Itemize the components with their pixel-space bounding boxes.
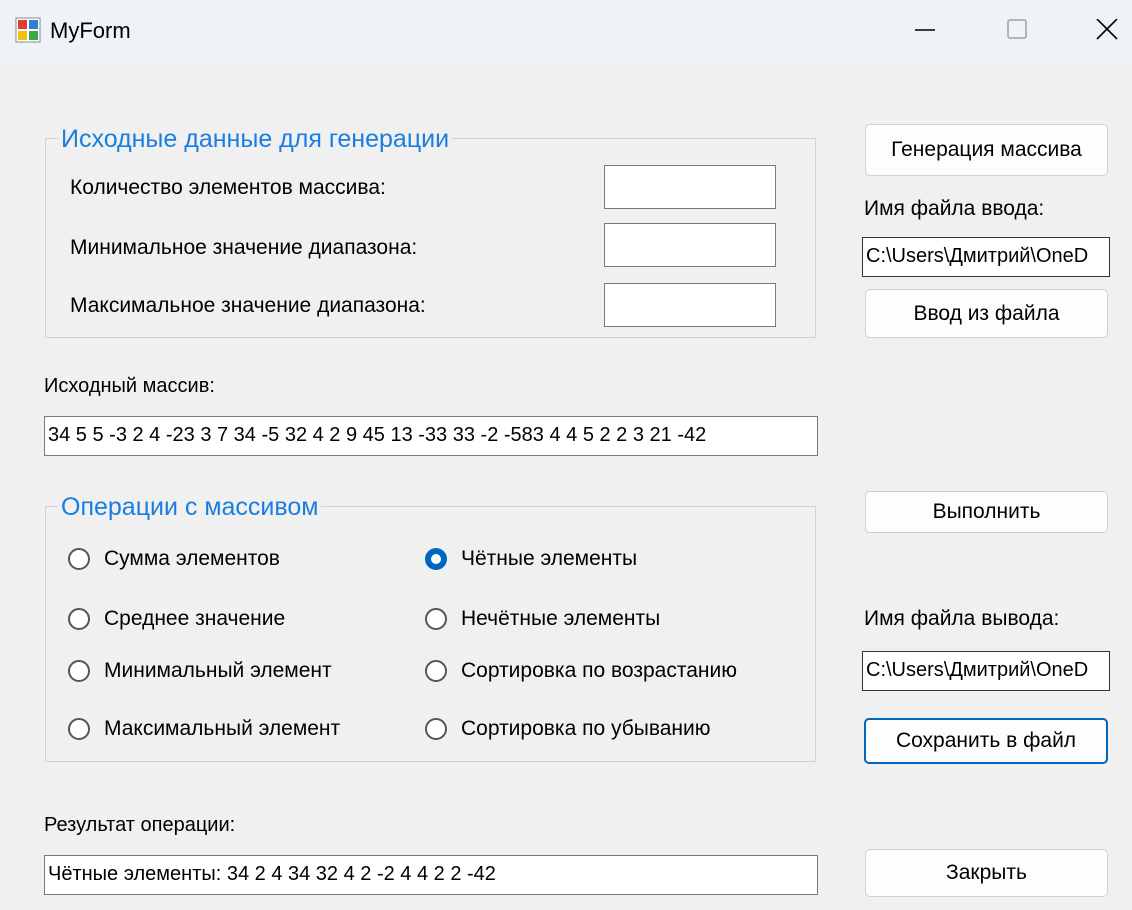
radio-label: Сумма элементов (104, 547, 280, 570)
minimize-icon (915, 29, 935, 31)
radio-label: Минимальный элемент (104, 659, 332, 682)
output-file-path[interactable]: C:\Users\Дмитрий\OneD (862, 651, 1110, 691)
result-label: Результат операции: (44, 814, 236, 836)
execute-button[interactable]: Выполнить (865, 491, 1108, 533)
input-file-label: Имя файла ввода: (864, 197, 1045, 220)
radio-circle[interactable] (425, 608, 447, 630)
operations-group-title: Операции с массивом (58, 492, 322, 522)
app-icon (15, 17, 41, 43)
load-from-file-button[interactable]: Ввод из файла (865, 289, 1108, 338)
min-label: Минимальное значение диапазона: (70, 236, 418, 259)
radio-label: Среднее значение (104, 607, 286, 630)
minimize-button[interactable] (880, 0, 970, 60)
title-bar: MyForm (0, 0, 1132, 62)
radio-odd[interactable]: Нечётные элементы (425, 607, 660, 631)
radio-label: Сортировка по убыванию (461, 717, 711, 740)
radio-max[interactable]: Максимальный элемент (68, 717, 340, 741)
min-input[interactable] (604, 223, 776, 267)
source-array-label: Исходный массив: (44, 375, 215, 397)
radio-circle[interactable] (425, 660, 447, 682)
radio-average[interactable]: Среднее значение (68, 607, 285, 631)
source-array-field[interactable]: 34 5 5 -3 2 4 -23 3 7 34 -5 32 4 2 9 45 … (44, 416, 818, 456)
input-file-path[interactable]: C:\Users\Дмитрий\OneD (862, 237, 1110, 277)
radio-sum[interactable]: Сумма элементов (68, 547, 280, 571)
radio-min[interactable]: Минимальный элемент (68, 659, 332, 683)
maximize-button[interactable] (972, 0, 1062, 60)
count-label: Количество элементов массива: (70, 176, 386, 199)
result-field[interactable]: Чётные элементы: 34 2 4 34 32 4 2 -2 4 4… (44, 855, 818, 895)
radio-circle[interactable] (68, 660, 90, 682)
generation-group-title: Исходные данные для генерации (58, 124, 453, 154)
count-input[interactable] (604, 165, 776, 209)
close-button[interactable]: Закрыть (865, 849, 1108, 897)
radio-label: Сортировка по возрастанию (461, 659, 737, 682)
radio-sort-asc[interactable]: Сортировка по возрастанию (425, 659, 737, 683)
radio-sort-desc[interactable]: Сортировка по убыванию (425, 717, 711, 741)
radio-circle[interactable] (68, 608, 90, 630)
output-file-label: Имя файла вывода: (864, 607, 1060, 630)
radio-circle[interactable] (425, 718, 447, 740)
generate-array-button[interactable]: Генерация массива (865, 124, 1108, 176)
radio-label: Нечётные элементы (461, 607, 661, 630)
radio-label: Максимальный элемент (104, 717, 341, 740)
radio-circle[interactable] (68, 718, 90, 740)
max-label: Максимальное значение диапазона: (70, 294, 426, 317)
radio-circle[interactable] (68, 548, 90, 570)
close-window-button[interactable] (1062, 0, 1132, 60)
save-to-file-button[interactable]: Сохранить в файл (864, 718, 1108, 764)
max-input[interactable] (604, 283, 776, 327)
close-icon (1096, 19, 1118, 40)
window-title: MyForm (50, 18, 131, 43)
radio-even[interactable]: Чётные элементы (425, 547, 637, 571)
radio-label: Чётные элементы (461, 547, 638, 570)
radio-circle-checked[interactable] (425, 548, 447, 570)
maximize-icon (1007, 19, 1027, 39)
